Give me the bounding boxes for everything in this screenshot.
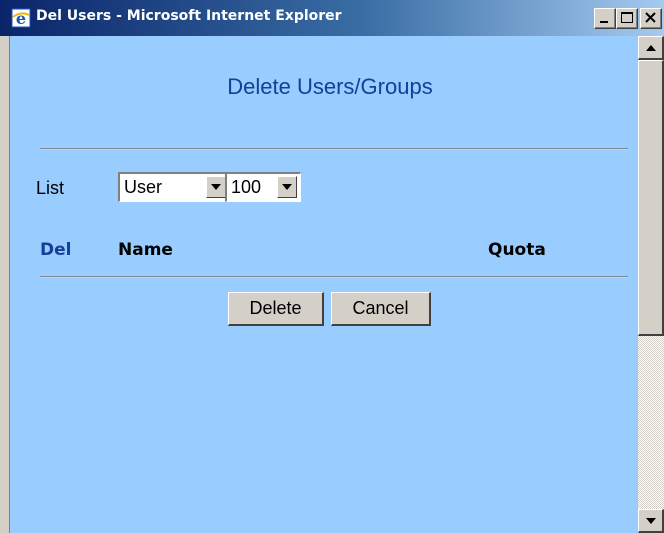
scroll-up-icon: [646, 45, 656, 51]
delete-button[interactable]: Delete: [228, 292, 324, 326]
maximize-button[interactable]: [616, 8, 638, 29]
list-count-select[interactable]: 100: [225, 172, 301, 202]
chevron-down-icon: [282, 184, 292, 190]
top-divider: [40, 148, 628, 150]
minimize-icon: [600, 21, 608, 23]
list-type-value: User: [124, 177, 163, 197]
page-title: Delete Users/Groups: [227, 74, 433, 99]
chevron-down-icon: [211, 184, 221, 190]
close-icon: [645, 12, 656, 23]
svg-text:e: e: [16, 9, 26, 28]
list-count-dropdown-button[interactable]: [277, 176, 297, 198]
list-type-select[interactable]: User: [118, 172, 230, 202]
close-button[interactable]: [640, 8, 662, 29]
column-header-del: Del: [40, 240, 72, 260]
list-type-dropdown-button[interactable]: [206, 176, 226, 198]
window-frame-left: [0, 36, 10, 533]
list-count-value: 100: [231, 177, 262, 197]
maximize-icon: [621, 12, 633, 23]
scroll-up-button[interactable]: [638, 36, 664, 60]
bottom-divider: [40, 276, 628, 278]
title-bar[interactable]: e Del Users - Microsoft Internet Explore…: [0, 0, 664, 36]
vertical-scrollbar[interactable]: [638, 36, 664, 533]
window-title: Del Users - Microsoft Internet Explorer: [36, 8, 342, 24]
ie-icon: e: [11, 8, 31, 28]
scroll-down-icon: [646, 518, 656, 524]
list-label: List: [36, 178, 65, 198]
page-content: Delete Users/Groups List User 100 Del Na…: [10, 36, 638, 533]
column-header-name: Name: [118, 240, 173, 260]
minimize-button[interactable]: [594, 8, 616, 29]
scroll-thumb[interactable]: [638, 60, 664, 336]
scroll-down-button[interactable]: [638, 509, 664, 533]
ie-window: e Del Users - Microsoft Internet Explore…: [0, 0, 664, 533]
cancel-button[interactable]: Cancel: [331, 292, 431, 326]
column-header-quota: Quota: [488, 240, 546, 260]
